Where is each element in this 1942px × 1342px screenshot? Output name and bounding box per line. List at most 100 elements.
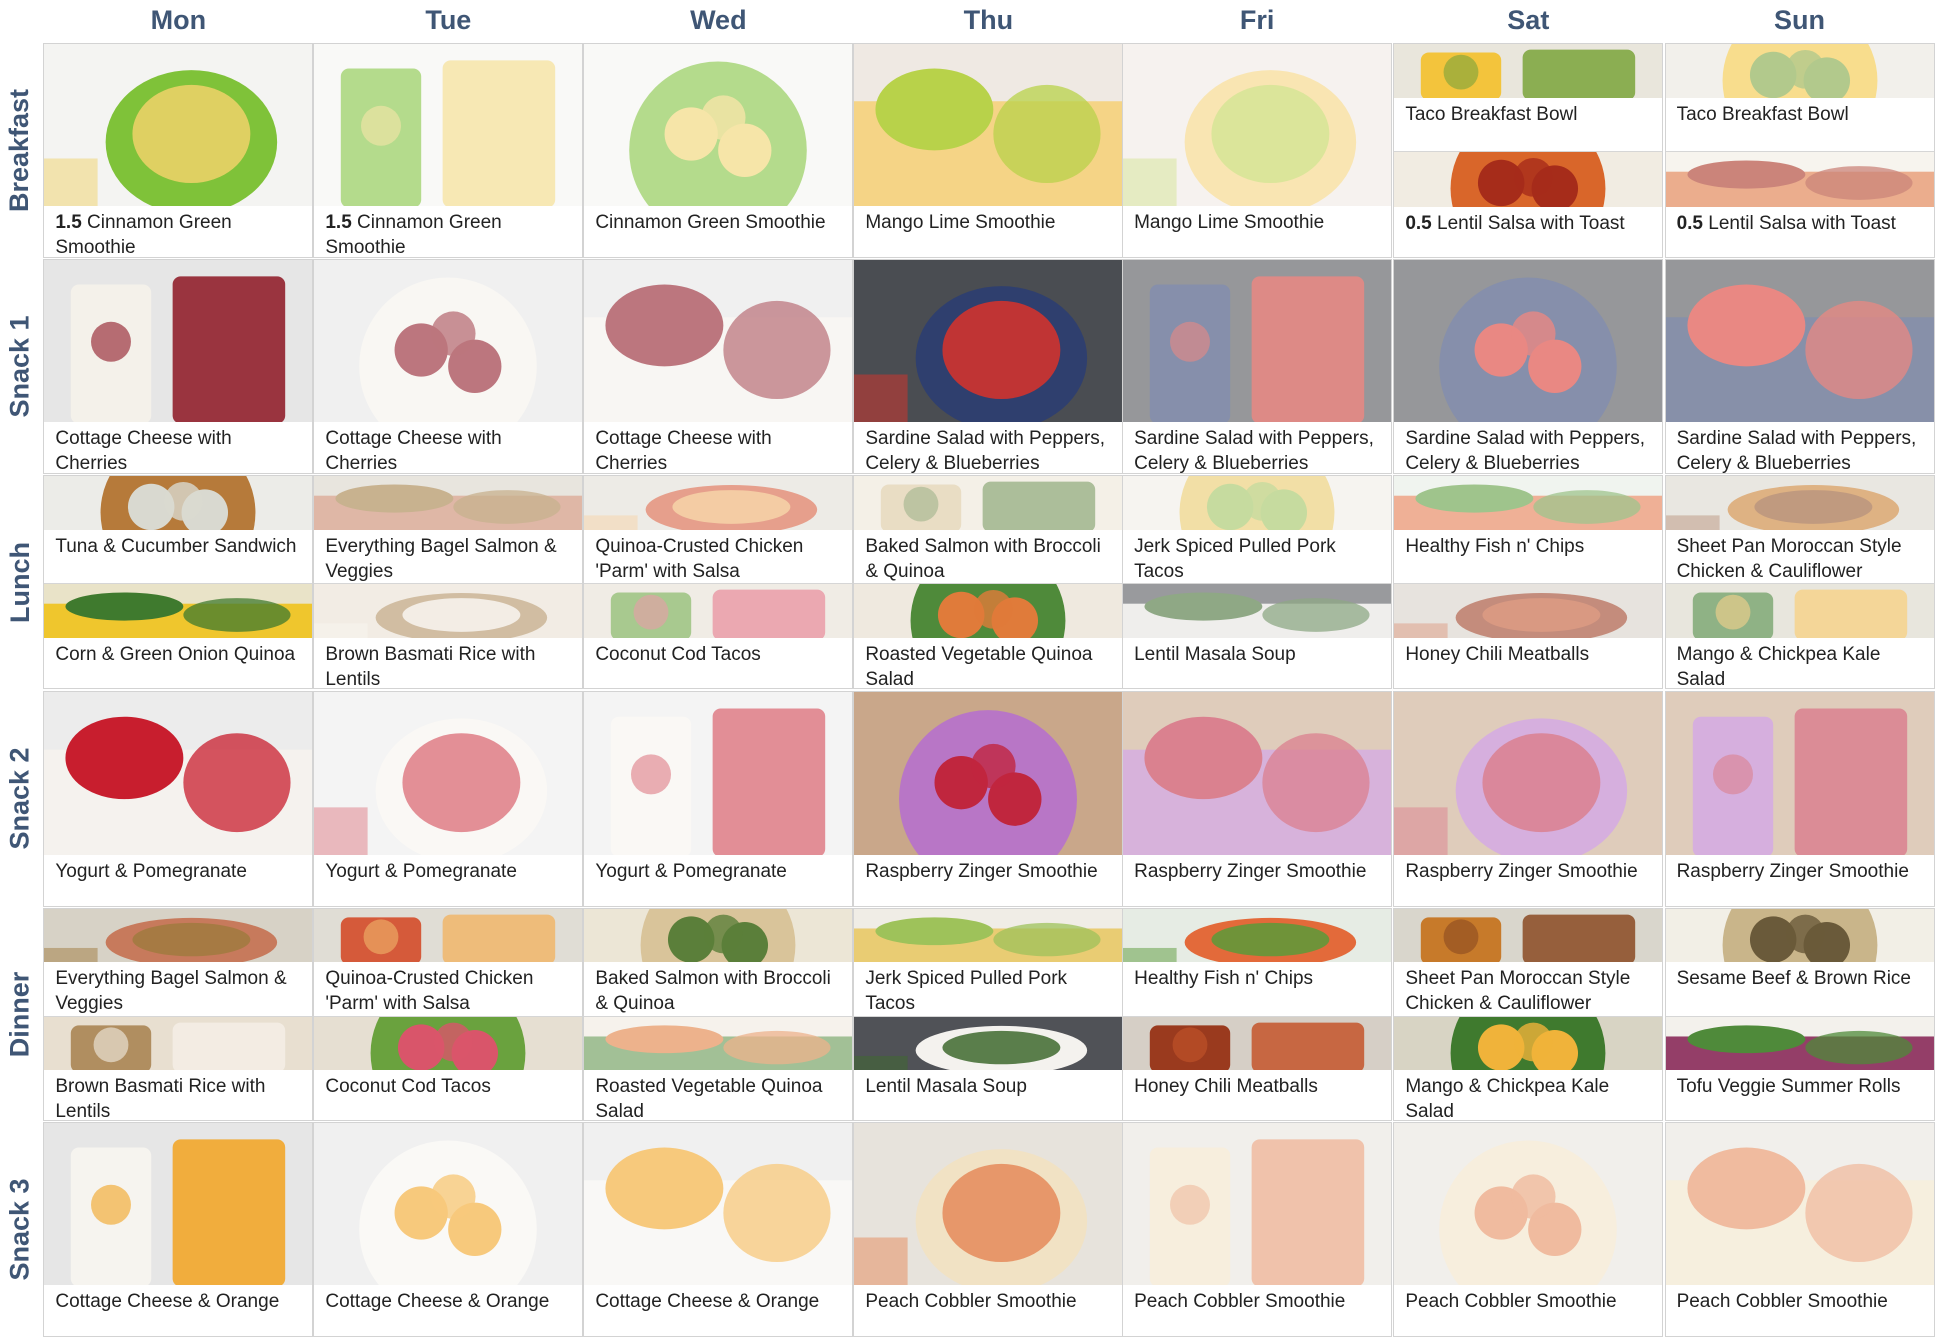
- meal-cell-snack-2-wed[interactable]: Yogurt & Pomegranate: [583, 690, 854, 907]
- meal-entry[interactable]: Everything Bagel Salmon & Veggies: [314, 475, 583, 584]
- meal-cell-lunch-wed[interactable]: Quinoa-Crusted Chicken 'Parm' with Salsa…: [583, 474, 854, 690]
- meal-entry[interactable]: Baked Salmon with Broccoli & Quinoa: [854, 475, 1123, 584]
- meal-entry[interactable]: Peach Cobbler Smoothie: [1123, 1123, 1392, 1337]
- meal-cell-snack-3-mon[interactable]: Cottage Cheese & Orange: [43, 1122, 314, 1338]
- meal-cell-snack-1-mon[interactable]: Cottage Cheese with Cherries: [43, 259, 314, 474]
- meal-cell-snack-1-tue[interactable]: Cottage Cheese with Cherries: [313, 259, 584, 474]
- meal-entry[interactable]: Sardine Salad with Peppers, Celery & Blu…: [1665, 260, 1934, 473]
- meal-entry[interactable]: Cottage Cheese with Cherries: [584, 260, 853, 473]
- meal-entry[interactable]: Peach Cobbler Smoothie: [854, 1123, 1123, 1337]
- meal-entry[interactable]: Tofu Veggie Summer Rolls: [1665, 1015, 1934, 1121]
- meal-entry[interactable]: Raspberry Zinger Smoothie: [1123, 691, 1392, 906]
- meal-entry[interactable]: 0.5 Lentil Salsa with Toast: [1394, 151, 1663, 257]
- meal-entry[interactable]: Quinoa-Crusted Chicken 'Parm' with Salsa: [584, 475, 853, 584]
- meal-entry[interactable]: Taco Breakfast Bowl: [1665, 44, 1934, 152]
- meal-entry[interactable]: Raspberry Zinger Smoothie: [854, 691, 1123, 906]
- meal-entry[interactable]: Mango Lime Smoothie: [854, 44, 1123, 257]
- meal-cell-dinner-sun[interactable]: Sesame Beef & Brown Rice Tofu Veggie Sum…: [1664, 907, 1935, 1122]
- meal-cell-lunch-sun[interactable]: Sheet Pan Moroccan Style Chicken & Cauli…: [1664, 474, 1935, 690]
- meal-entry[interactable]: Mango Lime Smoothie: [1123, 44, 1392, 257]
- meal-cell-snack-2-tue[interactable]: Yogurt & Pomegranate: [313, 690, 584, 907]
- meal-cell-dinner-fri[interactable]: Healthy Fish n' Chips Honey Chili Meatba…: [1122, 907, 1393, 1122]
- meal-cell-snack-3-sun[interactable]: Peach Cobbler Smoothie: [1664, 1122, 1935, 1338]
- meal-entry[interactable]: Cottage Cheese & Orange: [584, 1123, 853, 1337]
- meal-entry[interactable]: Raspberry Zinger Smoothie: [1394, 691, 1663, 906]
- meal-cell-snack-2-thu[interactable]: Raspberry Zinger Smoothie: [853, 690, 1124, 907]
- meal-entry[interactable]: Sardine Salad with Peppers, Celery & Blu…: [854, 260, 1123, 473]
- meal-entry[interactable]: Yogurt & Pomegranate: [314, 691, 583, 906]
- meal-entry[interactable]: Quinoa-Crusted Chicken 'Parm' with Salsa: [314, 908, 583, 1016]
- meal-cell-snack-1-wed[interactable]: Cottage Cheese with Cherries: [583, 259, 854, 474]
- meal-entry[interactable]: Cottage Cheese with Cherries: [44, 260, 313, 473]
- meal-cell-lunch-thu[interactable]: Baked Salmon with Broccoli & Quinoa Roas…: [853, 474, 1124, 690]
- meal-entry[interactable]: Coconut Cod Tacos: [584, 583, 853, 689]
- meal-cell-dinner-tue[interactable]: Quinoa-Crusted Chicken 'Parm' with Salsa…: [313, 907, 584, 1122]
- meal-entry[interactable]: Corn & Green Onion Quinoa: [44, 583, 313, 689]
- meal-entry[interactable]: Mango & Chickpea Kale Salad: [1394, 1015, 1663, 1121]
- meal-cell-breakfast-sun[interactable]: Taco Breakfast Bowl 0.5 Lentil Salsa wit…: [1664, 43, 1935, 258]
- meal-entry[interactable]: Lentil Masala Soup: [854, 1015, 1123, 1121]
- meal-entry[interactable]: Sesame Beef & Brown Rice: [1665, 908, 1934, 1016]
- meal-cell-snack-2-sat[interactable]: Raspberry Zinger Smoothie: [1393, 690, 1664, 907]
- meal-cell-breakfast-wed[interactable]: Cinnamon Green Smoothie: [583, 43, 854, 258]
- meal-entry[interactable]: Tuna & Cucumber Sandwich: [44, 475, 313, 584]
- meal-cell-snack-3-wed[interactable]: Cottage Cheese & Orange: [583, 1122, 854, 1338]
- meal-cell-dinner-wed[interactable]: Baked Salmon with Broccoli & Quinoa Roas…: [583, 907, 854, 1122]
- meal-entry[interactable]: Healthy Fish n' Chips: [1394, 475, 1663, 584]
- meal-cell-snack-2-fri[interactable]: Raspberry Zinger Smoothie: [1122, 690, 1393, 907]
- meal-entry[interactable]: Cottage Cheese & Orange: [44, 1123, 313, 1337]
- meal-cell-dinner-mon[interactable]: Everything Bagel Salmon & Veggies Brown …: [43, 907, 314, 1122]
- meal-entry[interactable]: Brown Basmati Rice with Lentils: [314, 583, 583, 689]
- meal-entry[interactable]: Coconut Cod Tacos: [314, 1015, 583, 1121]
- meal-cell-snack-3-thu[interactable]: Peach Cobbler Smoothie: [853, 1122, 1124, 1338]
- meal-entry[interactable]: Sardine Salad with Peppers, Celery & Blu…: [1123, 260, 1392, 473]
- meal-entry[interactable]: Cottage Cheese with Cherries: [314, 260, 583, 473]
- meal-entry[interactable]: Roasted Vegetable Quinoa Salad: [584, 1015, 853, 1121]
- meal-cell-snack-3-tue[interactable]: Cottage Cheese & Orange: [313, 1122, 584, 1338]
- meal-entry[interactable]: Honey Chili Meatballs: [1123, 1015, 1392, 1121]
- meal-cell-breakfast-thu[interactable]: Mango Lime Smoothie: [853, 43, 1124, 258]
- meal-entry[interactable]: 1.5 Cinnamon Green Smoothie: [314, 44, 583, 257]
- meal-entry[interactable]: Yogurt & Pomegranate: [584, 691, 853, 906]
- meal-entry[interactable]: Peach Cobbler Smoothie: [1394, 1123, 1663, 1337]
- meal-cell-snack-1-sat[interactable]: Sardine Salad with Peppers, Celery & Blu…: [1393, 259, 1664, 474]
- meal-cell-snack-3-fri[interactable]: Peach Cobbler Smoothie: [1122, 1122, 1393, 1338]
- meal-cell-dinner-thu[interactable]: Jerk Spiced Pulled Pork Tacos Lentil Mas…: [853, 907, 1124, 1122]
- meal-entry[interactable]: 0.5 Lentil Salsa with Toast: [1665, 151, 1934, 257]
- meal-entry[interactable]: Sardine Salad with Peppers, Celery & Blu…: [1394, 260, 1663, 473]
- meal-entry[interactable]: Honey Chili Meatballs: [1394, 583, 1663, 689]
- meal-entry[interactable]: Sheet Pan Moroccan Style Chicken & Cauli…: [1665, 475, 1934, 584]
- meal-entry[interactable]: Jerk Spiced Pulled Pork Tacos: [1123, 475, 1392, 584]
- meal-cell-lunch-fri[interactable]: Jerk Spiced Pulled Pork Tacos Lentil Mas…: [1122, 474, 1393, 690]
- meal-entry[interactable]: Lentil Masala Soup: [1123, 583, 1392, 689]
- meal-entry[interactable]: Everything Bagel Salmon & Veggies: [44, 908, 313, 1016]
- meal-entry[interactable]: Cinnamon Green Smoothie: [584, 44, 853, 257]
- meal-entry[interactable]: Jerk Spiced Pulled Pork Tacos: [854, 908, 1123, 1016]
- meal-cell-lunch-mon[interactable]: Tuna & Cucumber Sandwich Corn & Green On…: [43, 474, 314, 690]
- meal-entry[interactable]: Mango & Chickpea Kale Salad: [1665, 583, 1934, 689]
- meal-cell-snack-2-mon[interactable]: Yogurt & Pomegranate: [43, 690, 314, 907]
- meal-entry[interactable]: Raspberry Zinger Smoothie: [1665, 691, 1934, 906]
- meal-cell-lunch-tue[interactable]: Everything Bagel Salmon & Veggies Brown …: [313, 474, 584, 690]
- meal-entry[interactable]: Healthy Fish n' Chips: [1123, 908, 1392, 1016]
- meal-cell-snack-1-fri[interactable]: Sardine Salad with Peppers, Celery & Blu…: [1122, 259, 1393, 474]
- meal-cell-snack-1-thu[interactable]: Sardine Salad with Peppers, Celery & Blu…: [853, 259, 1124, 474]
- meal-entry[interactable]: Brown Basmati Rice with Lentils: [44, 1015, 313, 1121]
- meal-cell-breakfast-mon[interactable]: 1.5 Cinnamon Green Smoothie: [43, 43, 314, 258]
- meal-entry[interactable]: Baked Salmon with Broccoli & Quinoa: [584, 908, 853, 1016]
- meal-entry[interactable]: Roasted Vegetable Quinoa Salad: [854, 583, 1123, 689]
- meal-cell-lunch-sat[interactable]: Healthy Fish n' Chips Honey Chili Meatba…: [1393, 474, 1664, 690]
- meal-entry[interactable]: Peach Cobbler Smoothie: [1665, 1123, 1934, 1337]
- meal-entry[interactable]: Yogurt & Pomegranate: [44, 691, 313, 906]
- meal-cell-breakfast-fri[interactable]: Mango Lime Smoothie: [1122, 43, 1393, 258]
- meal-cell-dinner-sat[interactable]: Sheet Pan Moroccan Style Chicken & Cauli…: [1393, 907, 1664, 1122]
- meal-entry[interactable]: Taco Breakfast Bowl: [1394, 44, 1663, 152]
- meal-cell-snack-2-sun[interactable]: Raspberry Zinger Smoothie: [1664, 690, 1935, 907]
- meal-cell-snack-1-sun[interactable]: Sardine Salad with Peppers, Celery & Blu…: [1664, 259, 1935, 474]
- meal-entry[interactable]: Sheet Pan Moroccan Style Chicken & Cauli…: [1394, 908, 1663, 1016]
- meal-entry[interactable]: Cottage Cheese & Orange: [314, 1123, 583, 1337]
- meal-cell-snack-3-sat[interactable]: Peach Cobbler Smoothie: [1393, 1122, 1664, 1338]
- meal-cell-breakfast-tue[interactable]: 1.5 Cinnamon Green Smoothie: [313, 43, 584, 258]
- meal-entry[interactable]: 1.5 Cinnamon Green Smoothie: [44, 44, 313, 257]
- meal-cell-breakfast-sat[interactable]: Taco Breakfast Bowl 0.5 Lentil Salsa wit…: [1393, 43, 1664, 258]
